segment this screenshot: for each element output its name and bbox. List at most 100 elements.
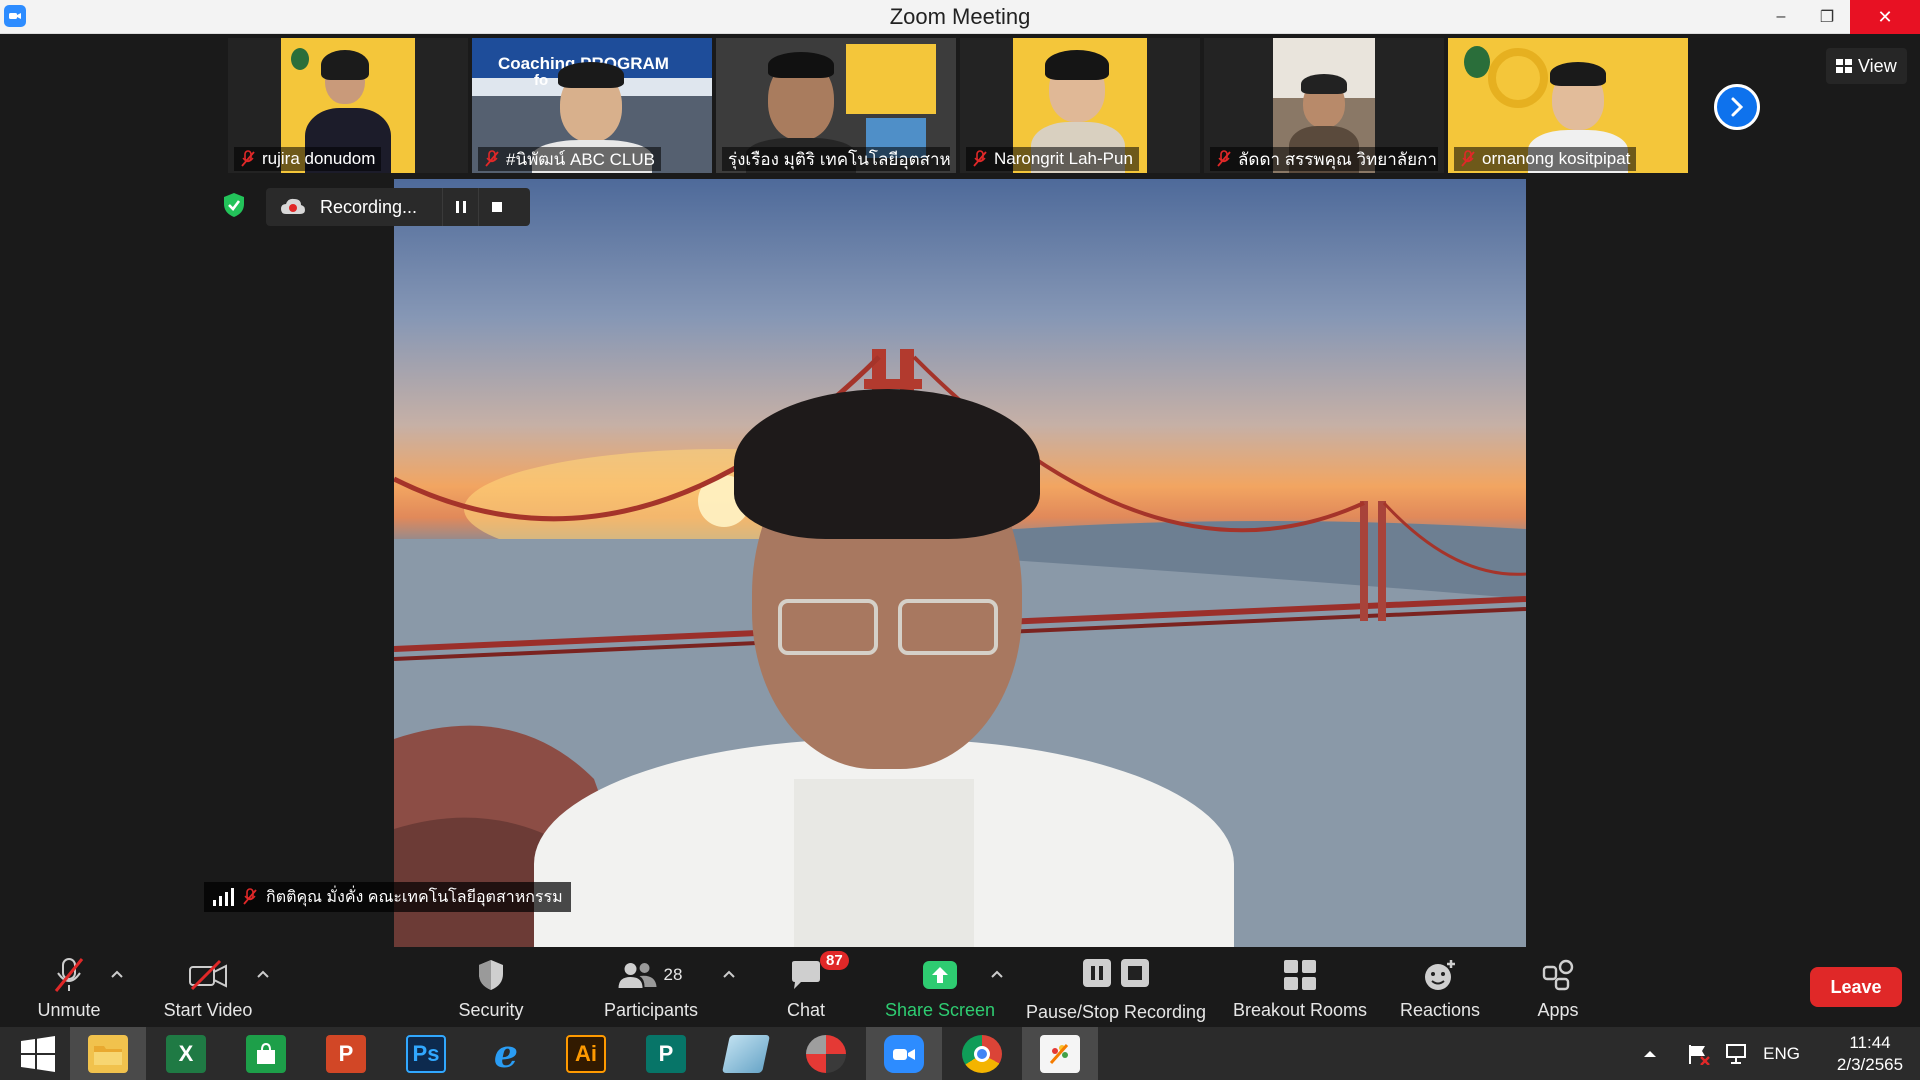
chrome-icon — [962, 1034, 1002, 1073]
view-label: View — [1858, 55, 1897, 76]
input-language[interactable]: ENG — [1763, 1044, 1800, 1064]
participants-icon — [618, 963, 657, 988]
taskbar-photoshop[interactable]: Ps — [388, 1027, 464, 1080]
pause-stop-icon — [1083, 959, 1149, 987]
share-screen-label: Share Screen — [884, 1000, 996, 1020]
participant-name: ลัดดา สรรพคุณ วิทยาลัยกา... — [1238, 149, 1438, 169]
chat-unread-badge: 87 — [820, 951, 849, 970]
share-screen-button[interactable]: Share Screen — [880, 947, 1000, 1027]
taskbar-file-explorer[interactable] — [70, 1027, 146, 1080]
participant-name: รุ่งเรือง มุติริ เทคโนโลยีอุตสาหกร... — [728, 149, 950, 169]
participants-button[interactable]: 28 Participants — [596, 947, 706, 1027]
participant-tile[interactable]: ornanong kositpipat — [1448, 38, 1688, 173]
taskbar-illustrator[interactable]: Ai — [548, 1027, 624, 1080]
audio-options-chevron-icon[interactable] — [110, 969, 124, 979]
encryption-shield-icon — [224, 193, 244, 217]
grid-view-icon — [1836, 59, 1852, 73]
participant-tile[interactable]: rujira donudom — [228, 38, 468, 173]
next-page-button[interactable] — [1714, 84, 1760, 130]
taskbar-publisher[interactable]: P — [628, 1027, 704, 1080]
participant-name: ornanong kositpipat — [1482, 149, 1631, 168]
taskbar-powerpoint[interactable]: P — [308, 1027, 384, 1080]
muted-mic-icon — [54, 958, 84, 992]
taskbar-chrome[interactable] — [944, 1027, 1020, 1080]
clock-time: 11:44 — [1849, 1032, 1891, 1052]
excel-icon: X — [166, 1034, 206, 1073]
restore-button[interactable]: ❐ — [1804, 0, 1850, 34]
participant-tile[interactable]: Coaching PROGRAM fo er #นิพัฒน์ ABC CLUB — [472, 38, 712, 173]
window-title-bar: Zoom Meeting – ❐ ✕ — [0, 0, 1920, 34]
network-icon[interactable] — [1725, 1043, 1749, 1065]
participant-thumbnails: rujira donudom Coaching PROGRAM fo er #น… — [228, 38, 1688, 173]
apps-icon — [1542, 959, 1574, 991]
leave-button[interactable]: Leave — [1810, 967, 1902, 1007]
taskbar-zoom[interactable] — [866, 1027, 942, 1080]
chevron-right-icon — [1731, 97, 1744, 117]
taskbar-photoscape[interactable] — [788, 1027, 864, 1080]
shield-icon — [479, 960, 503, 990]
participants-options-chevron-icon[interactable] — [722, 969, 736, 979]
taskbar-excel[interactable]: X — [148, 1027, 224, 1080]
participant-tile[interactable]: รุ่งเรือง มุติริ เทคโนโลยีอุตสาหกร... — [716, 38, 956, 173]
store-bag-icon — [246, 1034, 286, 1073]
system-clock[interactable]: 11:44 2/3/2565 — [1820, 1032, 1920, 1076]
security-label: Security — [458, 1000, 524, 1020]
signal-strength-icon — [213, 888, 234, 906]
zoom-app-icon — [4, 5, 26, 27]
speaker-hair — [734, 389, 1040, 539]
participant-tile[interactable]: Narongrit Lah-Pun — [960, 38, 1200, 173]
taskbar-notes[interactable] — [708, 1027, 784, 1080]
windows-taskbar: X P Ps e Ai P ENG 11:44 2/3/2565 — [0, 1027, 1920, 1080]
active-speaker-video — [394, 179, 1526, 948]
apps-button[interactable]: Apps — [1522, 947, 1594, 1027]
chat-button[interactable]: 87 Chat — [768, 947, 849, 1027]
stop-recording-button[interactable] — [478, 188, 514, 226]
pause-recording-button[interactable] — [442, 188, 478, 226]
breakout-rooms-icon — [1284, 960, 1316, 990]
breakout-rooms-button[interactable]: Breakout Rooms — [1230, 947, 1370, 1027]
recording-indicator: Recording... — [266, 188, 530, 226]
stop-icon — [491, 202, 502, 212]
participant-name: #นิพัฒน์ ABC CLUB — [506, 149, 656, 169]
reactions-label: Reactions — [1399, 1000, 1481, 1020]
apps-label: Apps — [1537, 1000, 1579, 1020]
view-button[interactable]: View — [1826, 48, 1907, 84]
active-speaker-label: กิตติคุณ มั่งคั่ง คณะเทคโนโลยีอุตสาหกรรม — [204, 882, 571, 912]
illustrator-icon: Ai — [566, 1034, 606, 1073]
start-video-button[interactable]: Start Video — [150, 947, 266, 1027]
pause-stop-recording-button[interactable]: Pause/Stop Recording — [1024, 947, 1208, 1027]
start-video-label: Start Video — [163, 1000, 253, 1020]
taskbar-paint[interactable] — [1022, 1027, 1098, 1080]
unmute-button[interactable]: Unmute — [20, 947, 118, 1027]
pause-stop-recording-label: Pause/Stop Recording — [1025, 1002, 1207, 1022]
action-center-flag-icon[interactable] — [1687, 1043, 1711, 1065]
muted-mic-icon — [1461, 150, 1475, 167]
paint-icon — [1040, 1034, 1080, 1073]
taskbar-internet-explorer[interactable]: e — [468, 1027, 544, 1080]
notes-icon — [721, 1034, 771, 1073]
participant-tile[interactable]: ลัดดา สรรพคุณ วิทยาลัยกา... — [1204, 38, 1444, 173]
reactions-smiley-icon — [1425, 960, 1455, 990]
participants-count: 28 — [663, 965, 683, 984]
muted-mic-icon — [973, 150, 987, 167]
share-options-chevron-icon[interactable] — [990, 969, 1004, 979]
speaker-glasses — [778, 599, 878, 655]
windows-logo-icon — [21, 1035, 55, 1072]
speaker-name: กิตติคุณ มั่งคั่ง คณะเทคโนโลยีอุตสาหกรรม — [266, 888, 563, 906]
security-button[interactable]: Security — [446, 947, 536, 1027]
internet-explorer-icon: e — [493, 1031, 519, 1076]
participant-name: rujira donudom — [262, 149, 376, 168]
taskbar-store[interactable] — [228, 1027, 304, 1080]
start-button[interactable] — [0, 1027, 76, 1080]
reactions-button[interactable]: Reactions — [1392, 947, 1488, 1027]
video-options-chevron-icon[interactable] — [256, 969, 270, 979]
recording-label: Recording... — [320, 196, 418, 217]
close-button[interactable]: ✕ — [1850, 0, 1920, 34]
show-hidden-icons-chevron-icon[interactable] — [1643, 1049, 1657, 1059]
zoom-icon — [884, 1034, 924, 1073]
system-tray: ENG 11:44 2/3/2565 — [1643, 1027, 1920, 1080]
minimize-button[interactable]: – — [1758, 0, 1804, 34]
chat-bubble-icon — [792, 961, 820, 989]
muted-mic-icon — [485, 150, 499, 167]
muted-mic-icon — [243, 888, 257, 905]
